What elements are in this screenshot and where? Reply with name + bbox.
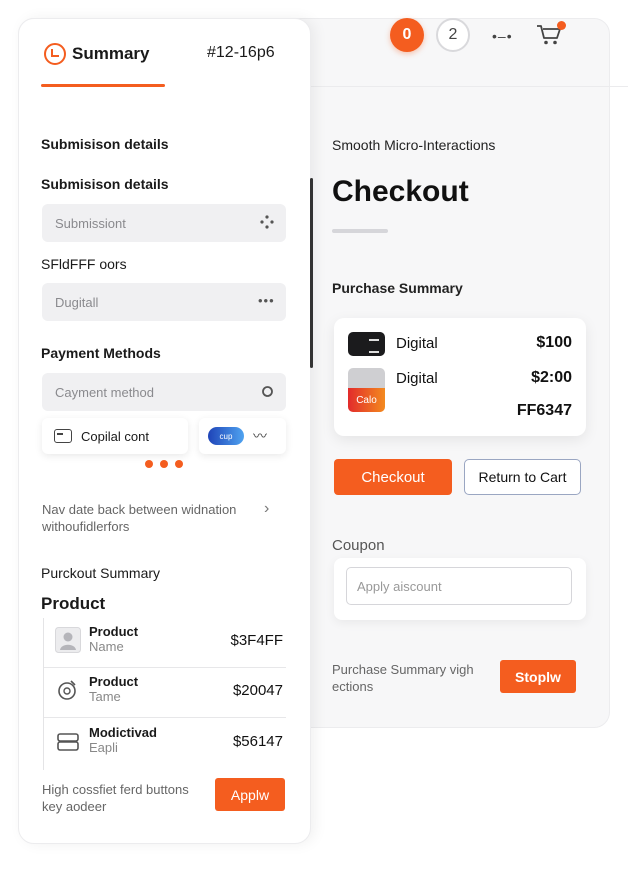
grid-dots-icon[interactable]	[260, 215, 274, 229]
submission-heading: Submisison details	[41, 136, 169, 152]
tab-summary[interactable]: Summary	[72, 44, 149, 64]
navigation-note: Nav date back between widnation withoufi…	[42, 502, 237, 534]
payment-methods-heading: Payment Methods	[41, 345, 161, 361]
product-list: Product Name $3F4FF Product Tame $20047 …	[43, 618, 286, 770]
sidebar-scrollbar[interactable]	[310, 178, 313, 368]
product-subtitle: Eapli	[89, 740, 118, 755]
item-label: Digital	[396, 370, 438, 387]
payment-toggle[interactable]: cup	[208, 427, 244, 445]
cart-notification-dot	[557, 21, 566, 30]
order-id: #12-16p6	[207, 44, 275, 61]
list-item[interactable]: Modictivad Eapli $56147	[44, 719, 286, 769]
payment-toggle-chip[interactable]: cup 〰	[199, 418, 286, 454]
more-menu-icon[interactable]: •–•	[492, 28, 513, 44]
product-price: $56147	[232, 733, 283, 750]
user-icon	[55, 627, 81, 653]
checkout-button[interactable]: Checkout	[334, 459, 452, 495]
submission-field[interactable]	[42, 204, 286, 242]
return-to-cart-button[interactable]: Return to Cart	[464, 459, 581, 495]
apply-button[interactable]: Applw	[215, 778, 285, 811]
product-price: $20047	[232, 682, 283, 699]
item-price: $100	[536, 334, 572, 351]
credit-card-icon	[54, 429, 72, 443]
more-dots-icon[interactable]: •••	[258, 293, 275, 308]
step-badge-active[interactable]: 0	[390, 18, 424, 52]
pager-dot[interactable]	[160, 460, 168, 468]
list-item[interactable]: Product Name $3F4FF	[44, 618, 286, 668]
summary-logo-icon	[44, 43, 66, 65]
digital-field[interactable]	[42, 283, 286, 321]
checkout-screen: 0 2 •–• Smooth Micro-Interactions Checko…	[0, 0, 628, 876]
pager-dot[interactable]	[145, 460, 153, 468]
item-price: $2:00	[531, 369, 572, 386]
gift-icon	[58, 680, 76, 700]
product-price: $3F4FF	[230, 632, 283, 649]
purckout-summary-heading: Purckout Summary	[41, 565, 161, 581]
wave-icon: 〰	[253, 428, 267, 444]
item-label: Digital	[396, 335, 438, 352]
footer-note: High cossfiet ferd buttons key aodeer	[42, 782, 189, 814]
stoply-button[interactable]: Stoplw	[500, 660, 576, 693]
product-name: Product	[89, 624, 139, 639]
list-item[interactable]: Product Tame $20047	[44, 668, 286, 718]
brand-thumbnail: Calo	[348, 388, 385, 412]
purchase-summary-note: Purchase Summary vigh ections	[332, 662, 474, 694]
coupon-label: Coupon	[332, 537, 385, 554]
refresh-icon[interactable]	[261, 385, 274, 398]
product-subtitle: Name	[89, 639, 124, 654]
page-title: Checkout	[332, 175, 469, 208]
field-label: SFldFFF oors	[41, 256, 127, 272]
submission-heading: Submisison details	[41, 176, 169, 192]
chevron-right-icon[interactable]: ›	[264, 500, 269, 518]
payment-card-chip[interactable]: Copilal cont	[42, 418, 188, 454]
product-name: Product	[89, 674, 139, 689]
pager-dot[interactable]	[175, 460, 183, 468]
product-heading: Product	[41, 594, 106, 613]
coupon-input[interactable]	[346, 567, 572, 605]
title-underline	[332, 229, 388, 233]
step-badge[interactable]: 2	[436, 18, 470, 52]
payment-method-field[interactable]	[42, 373, 286, 411]
box-icon	[57, 733, 79, 751]
purchase-summary-heading: Purchase Summary	[332, 280, 463, 296]
carousel-pager[interactable]	[145, 460, 183, 468]
section-eyebrow: Smooth Micro-Interactions	[332, 137, 496, 153]
topbar-divider	[310, 86, 628, 87]
active-tab-indicator	[41, 84, 165, 87]
purchase-summary-card: Digital $100 Calo Digital $2:00 FF6347	[334, 318, 586, 436]
product-name: Modictivad	[89, 725, 157, 740]
payment-card-label: Copilal cont	[81, 428, 149, 444]
product-subtitle: Tame	[89, 689, 121, 704]
card-thumbnail-icon	[348, 332, 385, 356]
order-total: FF6347	[516, 402, 572, 419]
